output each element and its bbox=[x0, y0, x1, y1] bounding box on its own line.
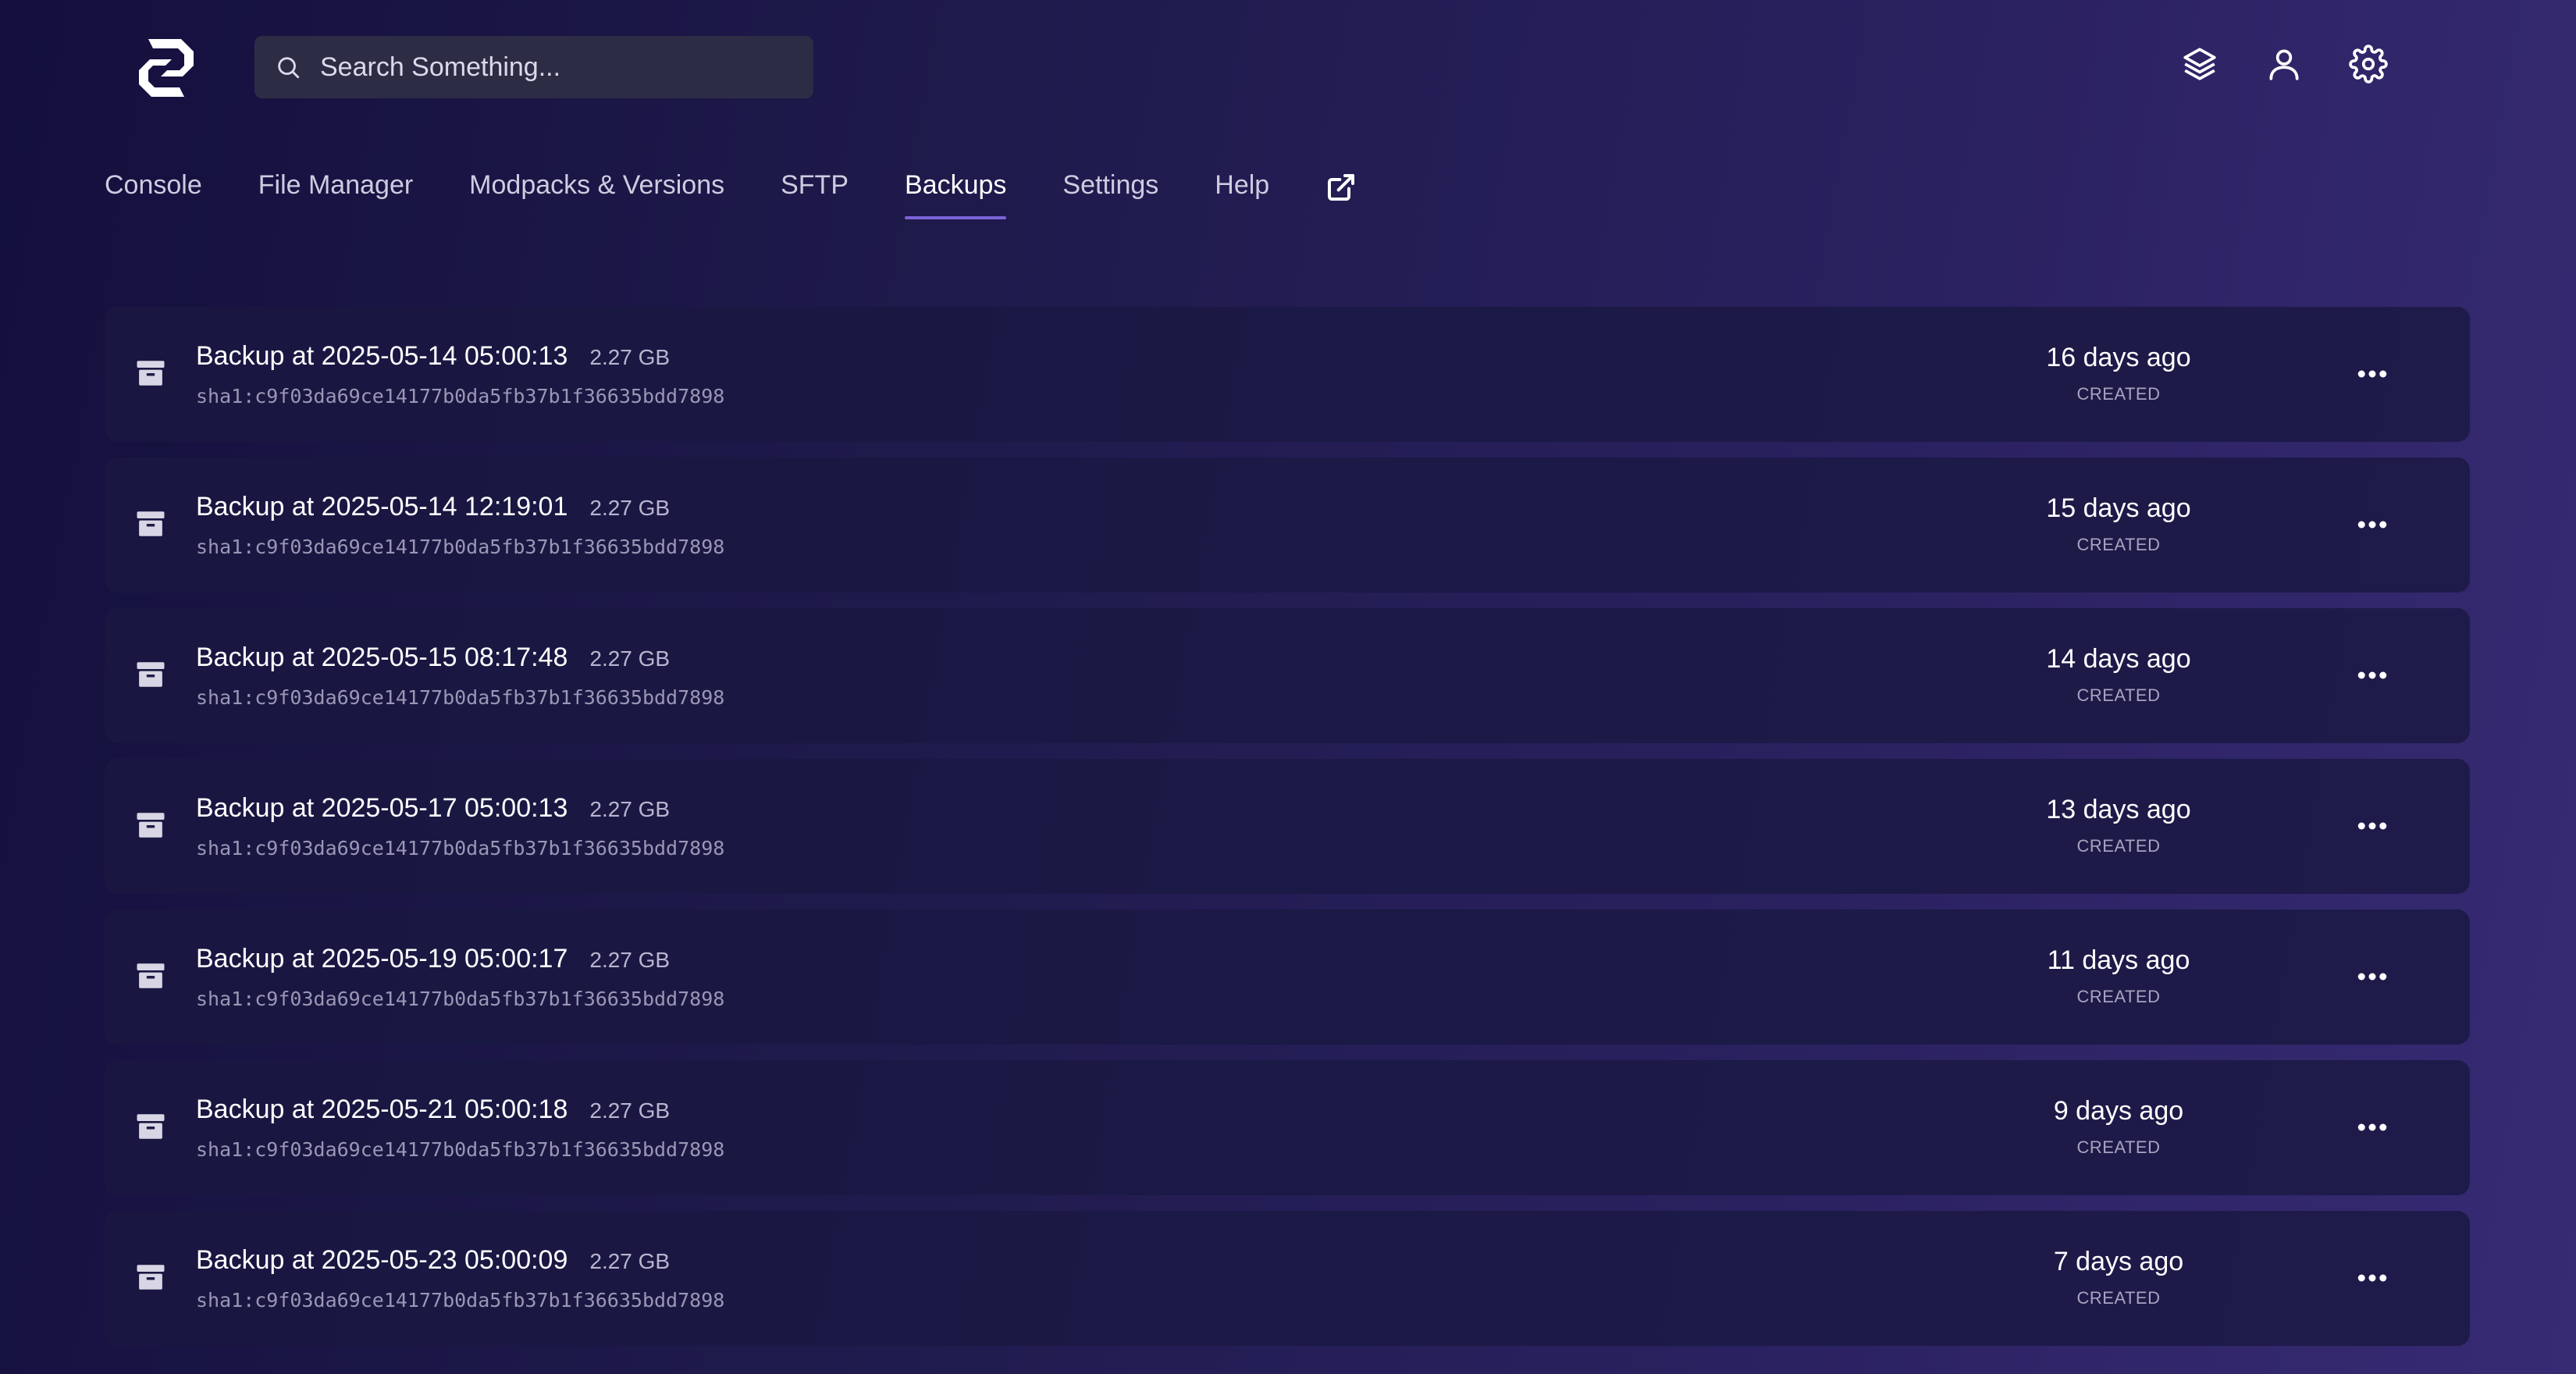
backup-hash: sha1:c9f03da69ce14177b0da5fb37b1f36635bd… bbox=[196, 837, 725, 860]
archive-icon bbox=[134, 507, 167, 540]
backup-list: Backup at 2025-05-14 05:00:13 2.27 GB sh… bbox=[105, 307, 2470, 1362]
backup-created-label: CREATED bbox=[2076, 1288, 2161, 1308]
search-icon bbox=[273, 52, 303, 82]
backup-row[interactable]: Backup at 2025-05-23 05:00:09 2.27 GB sh… bbox=[105, 1211, 2470, 1346]
more-options-icon[interactable] bbox=[2353, 961, 2392, 992]
backup-created: 9 days ago CREATED bbox=[2025, 1096, 2212, 1158]
archive-icon bbox=[134, 357, 167, 390]
tab-console[interactable]: Console bbox=[105, 170, 202, 219]
backup-created-ago: 11 days ago bbox=[2047, 945, 2190, 975]
tab-sftp[interactable]: SFTP bbox=[781, 170, 849, 219]
backup-created: 15 days ago CREATED bbox=[2025, 493, 2212, 555]
backup-name: Backup at 2025-05-17 05:00:13 bbox=[196, 793, 568, 823]
backup-row[interactable]: Backup at 2025-05-15 08:17:48 2.27 GB sh… bbox=[105, 608, 2470, 743]
backup-row[interactable]: Backup at 2025-05-14 05:00:13 2.27 GB sh… bbox=[105, 307, 2470, 442]
backup-name: Backup at 2025-05-21 05:00:18 bbox=[196, 1095, 568, 1124]
user-icon[interactable] bbox=[2262, 42, 2306, 86]
backup-created: 14 days ago CREATED bbox=[2025, 644, 2212, 706]
backup-size: 2.27 GB bbox=[589, 646, 671, 671]
backup-hash: sha1:c9f03da69ce14177b0da5fb37b1f36635bd… bbox=[196, 385, 725, 408]
tab-file-manager[interactable]: File Manager bbox=[258, 170, 413, 219]
backup-size: 2.27 GB bbox=[589, 797, 671, 821]
backup-created-label: CREATED bbox=[2076, 685, 2161, 705]
search-input[interactable] bbox=[318, 51, 790, 84]
archive-icon bbox=[134, 658, 167, 691]
header-icons bbox=[2178, 42, 2390, 86]
backup-hash: sha1:c9f03da69ce14177b0da5fb37b1f36635bd… bbox=[196, 686, 725, 709]
backup-created-ago: 15 days ago bbox=[2046, 493, 2191, 523]
backup-created: 16 days ago CREATED bbox=[2025, 343, 2212, 404]
backup-created-ago: 13 days ago bbox=[2046, 795, 2191, 824]
backup-row[interactable]: Backup at 2025-05-14 12:19:01 2.27 GB sh… bbox=[105, 457, 2470, 593]
server-nav: Console File Manager Modpacks & Versions… bbox=[105, 170, 1357, 219]
more-options-icon[interactable] bbox=[2353, 1262, 2392, 1294]
backup-hash: sha1:c9f03da69ce14177b0da5fb37b1f36635bd… bbox=[196, 1138, 725, 1161]
tab-help[interactable]: Help bbox=[1215, 170, 1269, 219]
backup-name: Backup at 2025-05-23 05:00:09 bbox=[196, 1245, 568, 1275]
backup-created: 11 days ago CREATED bbox=[2025, 945, 2212, 1007]
archive-icon bbox=[134, 809, 167, 842]
backup-hash: sha1:c9f03da69ce14177b0da5fb37b1f36635bd… bbox=[196, 988, 725, 1010]
backup-name: Backup at 2025-05-14 05:00:13 bbox=[196, 341, 568, 371]
archive-icon bbox=[134, 1261, 167, 1294]
backup-size: 2.27 GB bbox=[589, 345, 671, 369]
more-options-icon[interactable] bbox=[2353, 810, 2392, 842]
backup-created-ago: 14 days ago bbox=[2046, 644, 2191, 674]
backup-size: 2.27 GB bbox=[589, 496, 671, 520]
more-options-icon[interactable] bbox=[2353, 1112, 2392, 1143]
external-link-icon[interactable] bbox=[1325, 172, 1357, 203]
tab-modpacks-versions[interactable]: Modpacks & Versions bbox=[469, 170, 724, 219]
more-options-icon[interactable] bbox=[2353, 660, 2392, 691]
backup-created-label: CREATED bbox=[2076, 384, 2161, 404]
tab-settings[interactable]: Settings bbox=[1062, 170, 1158, 219]
archive-icon bbox=[134, 959, 167, 992]
backup-created-label: CREATED bbox=[2076, 836, 2161, 856]
backup-size: 2.27 GB bbox=[589, 1098, 671, 1123]
backup-created: 13 days ago CREATED bbox=[2025, 795, 2212, 856]
backup-name: Backup at 2025-05-19 05:00:17 bbox=[196, 944, 568, 974]
tab-backups[interactable]: Backups bbox=[905, 170, 1007, 219]
search-bar[interactable] bbox=[254, 36, 813, 98]
backup-size: 2.27 GB bbox=[589, 1249, 671, 1273]
backup-created-label: CREATED bbox=[2076, 987, 2161, 1006]
backup-created-ago: 16 days ago bbox=[2046, 343, 2191, 372]
backup-created-ago: 7 days ago bbox=[2053, 1247, 2184, 1276]
backup-created-label: CREATED bbox=[2076, 1137, 2161, 1157]
backup-hash: sha1:c9f03da69ce14177b0da5fb37b1f36635bd… bbox=[196, 536, 725, 558]
layers-icon[interactable] bbox=[2178, 42, 2222, 86]
backup-created-label: CREATED bbox=[2076, 535, 2161, 554]
more-options-icon[interactable] bbox=[2353, 509, 2392, 540]
archive-icon bbox=[134, 1110, 167, 1143]
backup-name: Backup at 2025-05-15 08:17:48 bbox=[196, 643, 568, 672]
backup-created: 7 days ago CREATED bbox=[2025, 1247, 2212, 1308]
logo-icon[interactable] bbox=[133, 34, 200, 101]
backup-hash: sha1:c9f03da69ce14177b0da5fb37b1f36635bd… bbox=[196, 1289, 725, 1312]
backup-size: 2.27 GB bbox=[589, 948, 671, 972]
backup-name: Backup at 2025-05-14 12:19:01 bbox=[196, 492, 568, 521]
backup-row[interactable]: Backup at 2025-05-19 05:00:17 2.27 GB sh… bbox=[105, 909, 2470, 1045]
backup-row[interactable]: Backup at 2025-05-17 05:00:13 2.27 GB sh… bbox=[105, 759, 2470, 894]
gear-icon[interactable] bbox=[2347, 42, 2390, 86]
more-options-icon[interactable] bbox=[2353, 358, 2392, 390]
backup-row[interactable]: Backup at 2025-05-21 05:00:18 2.27 GB sh… bbox=[105, 1060, 2470, 1195]
backup-created-ago: 9 days ago bbox=[2053, 1096, 2184, 1126]
